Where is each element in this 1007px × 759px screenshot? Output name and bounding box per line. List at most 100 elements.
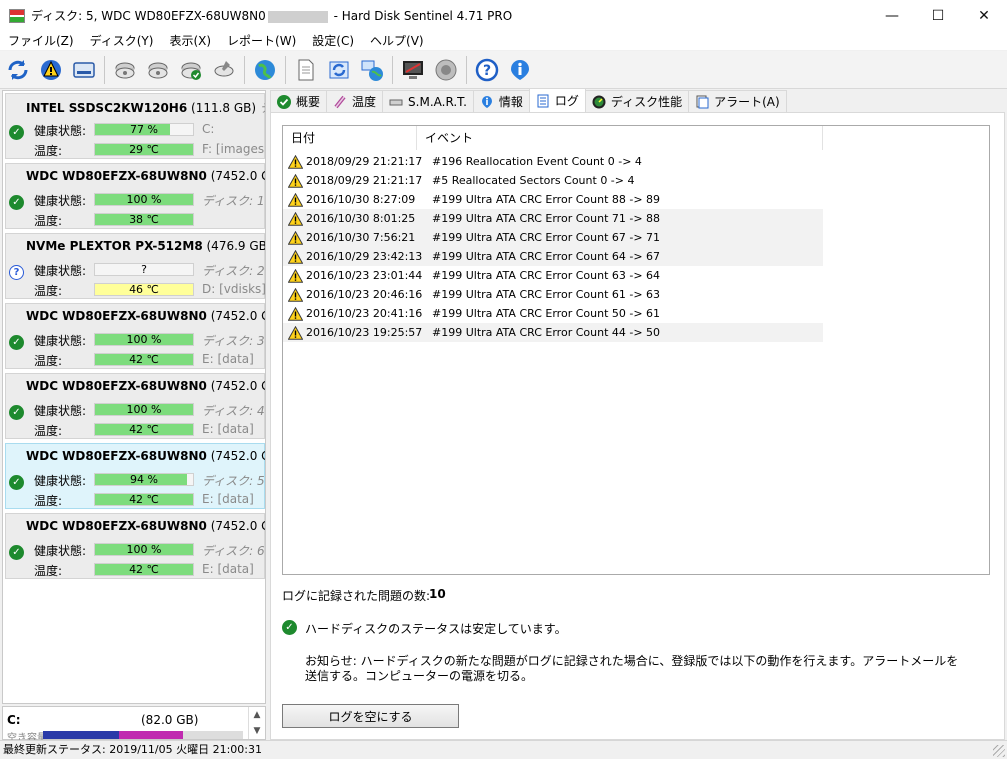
log-row[interactable]: 2016/10/23 19:25:57 #199 Ultra ATA CRC Er… [283,323,823,342]
partition-scrollbar[interactable]: ▲ ▼ [248,707,265,739]
alert-icon[interactable] [37,56,65,84]
disk-name: WDC WD80EFZX-68UW8N0 (7452.0 GB) [26,309,265,323]
document-icon[interactable] [292,56,320,84]
log-row[interactable]: 2016/10/23 20:41:16 #199 Ultra ATA CRC Er… [283,304,823,323]
log-date: 2018/09/29 21:21:17 [306,174,423,187]
log-row[interactable]: 2016/10/29 23:42:13 #199 Ultra ATA CRC Er… [283,247,823,266]
drive-note: ディスク: 3 [202,334,265,348]
toolbar-separator [392,55,393,84]
menu-disk[interactable]: ディスク(Y) [82,32,162,49]
temperature-bar: 42 ℃ [94,563,194,576]
monitor-icon[interactable] [399,56,427,84]
gauge-icon [592,95,606,109]
disk-item[interactable]: WDC WD80EFZX-68UW8N0 (7452.0 GB) ✓ 健康状態: 9… [5,443,265,509]
disk-icon[interactable] [70,56,98,84]
globe-icon[interactable] [251,56,279,84]
menu-report[interactable]: レポート(W) [219,32,304,49]
sync-icon[interactable] [325,56,353,84]
disk-item[interactable]: WDC WD80EFZX-68UW8N0 (7452.0 GB) ✓ 健康状態: 1… [5,513,265,579]
log-row[interactable]: 2016/10/30 7:56:21 #199 Ultra ATA CRC Err… [283,228,823,247]
issue-count-value: 10 [429,587,446,601]
tab-3[interactable]: 情報 [472,90,530,112]
log-icon [536,94,550,108]
log-header: 日付 イベント [283,126,823,150]
warning-icon [288,192,303,207]
resize-grip[interactable] [993,745,1005,757]
chevron-up-icon[interactable]: ▲ [254,710,261,720]
disk-item[interactable]: INTEL SSDSC2KW120H6 (111.8 GB) ディスク:✓ 健康状… [5,93,265,159]
log-row[interactable]: 2016/10/23 23:01:44 #199 Ultra ATA CRC Er… [283,266,823,285]
tab-5[interactable]: ディスク性能 [584,90,690,112]
log-row[interactable]: 2018/09/29 21:21:17 #196 Reallocation Eve… [283,152,823,171]
health-bar: 100 % [94,333,194,346]
drive-note: ディスク: 5 [202,474,265,488]
refresh-icon[interactable] [4,56,32,84]
window-title: ディスク: 5, WDC WD80EFZX-68UW8N0 - Hard Dis… [31,9,513,23]
warning-icon [288,268,303,283]
temperature-bar: 42 ℃ [94,423,194,436]
drive-note: C: [202,122,215,136]
column-event[interactable]: イベント [417,126,823,150]
log-row[interactable]: 2016/10/30 8:27:09 #199 Ultra ATA CRC Err… [283,190,823,209]
svg-text:?: ? [483,63,491,79]
stability-status: ハードディスクのステータスは安定しています。 [305,622,567,636]
log-date: 2016/10/30 7:56:21 [306,231,416,244]
disk-item[interactable]: WDC WD80EFZX-68UW8N0 (7452.0 GB) ✓ 健康状態: 1… [5,373,265,439]
tab-1[interactable]: 温度 [326,90,384,112]
clear-log-button[interactable]: ログを空にする [282,704,459,728]
disk-item[interactable]: WDC WD80EFZX-68UW8N0 (7452.0 GB) ✓ 健康状態: 1… [5,163,265,229]
log-event: #199 Ultra ATA CRC Error Count 61 -> 63 [432,288,661,301]
menu-file[interactable]: ファイル(Z) [0,32,82,49]
maximize-button[interactable]: ☐ [915,0,961,31]
temperature-label: 温度: [34,564,63,578]
app-icon [9,8,25,23]
help-icon[interactable]: ? [473,56,501,84]
menu-help[interactable]: ヘルプ(V) [362,32,432,49]
disk-name: NVMe PLEXTOR PX-512M8 (476.9 GB) [26,239,266,253]
toolbar-separator [244,55,245,84]
network-icon[interactable] [358,56,386,84]
disk-tool-icon[interactable] [210,56,238,84]
info-icon[interactable] [506,56,534,84]
log-event: #199 Ultra ATA CRC Error Count 71 -> 88 [432,212,661,225]
check-icon: ✓ [9,195,24,210]
log-event: #5 Reallocated Sectors Count 0 -> 4 [432,174,635,187]
speaker-icon[interactable] [432,56,460,84]
health-bar: 100 % [94,403,194,416]
disk-item[interactable]: WDC WD80EFZX-68UW8N0 (7452.0 GB) ✓ 健康状態: 1… [5,303,265,369]
chevron-down-icon[interactable]: ▼ [254,726,261,736]
log-date: 2016/10/23 23:01:44 [306,269,423,282]
disk-check-icon[interactable] [144,56,172,84]
disk-item[interactable]: NVMe PLEXTOR PX-512M8 (476.9 GB) ? 健康状態:?… [5,233,265,299]
disk-name: WDC WD80EFZX-68UW8N0 (7452.0 GB) [26,519,265,533]
redacted-block [267,10,328,23]
menu-settings[interactable]: 設定(C) [304,32,362,49]
volume-note: D: [vdisks] [202,282,266,296]
log-table: 日付 イベント 2018/09/29 21:21:17 #196 Realloca… [282,125,990,575]
menu-view[interactable]: 表示(X) [161,32,219,49]
tab-bar: 概要 温度 S.M.A.R.T. 情報 ログ ディスク性能 アラート(A) [270,88,787,112]
log-row[interactable]: 2018/09/29 21:21:17 #5 Reallocated Sector… [283,171,823,190]
disk-check-icon[interactable] [111,56,139,84]
tab-2[interactable]: S.M.A.R.T. [382,90,474,112]
tab-4[interactable]: ログ [528,88,586,112]
log-date: 2016/10/30 8:01:25 [306,212,416,225]
close-button[interactable]: ✕ [961,0,1007,31]
log-row[interactable]: 2016/10/30 8:01:25 #199 Ultra ATA CRC Err… [283,209,823,228]
disk-name: INTEL SSDSC2KW120H6 (111.8 GB) ディスク: [26,101,265,115]
menu-bar: ファイル(Z) ディスク(Y) 表示(X) レポート(W) 設定(C) ヘルプ(… [0,31,1007,51]
minimize-button[interactable]: — [869,0,915,31]
partition-size: (82.0 GB) [141,713,199,727]
tab-6[interactable]: アラート(A) [688,90,787,112]
volume-note: E: [data] [202,562,254,576]
tab-0[interactable]: 概要 [270,90,328,112]
health-bar: 100 % [94,543,194,556]
log-row[interactable]: 2016/10/23 20:46:16 #199 Ultra ATA CRC Er… [283,285,823,304]
disk-ok-icon[interactable] [177,56,205,84]
log-event: #199 Ultra ATA CRC Error Count 44 -> 50 [432,326,661,339]
partition-panel: C: (82.0 GB) 空き容量 ▲ ▼ [2,706,266,744]
column-date[interactable]: 日付 [283,126,417,150]
info-icon [480,95,494,109]
temperature-label: 温度: [34,214,63,228]
warning-icon [288,306,303,321]
